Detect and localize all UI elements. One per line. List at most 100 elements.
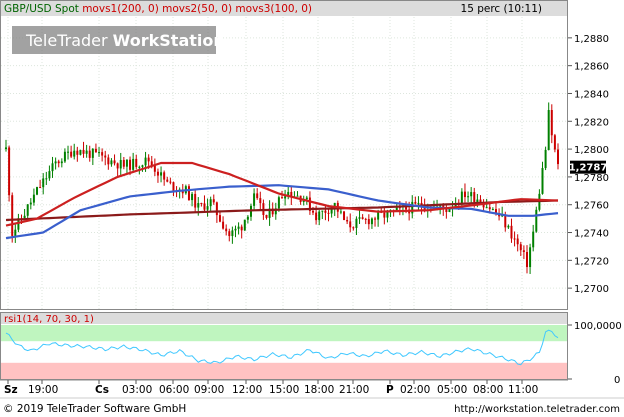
candle-body <box>491 209 494 211</box>
y-tick-label: 1,2820 <box>574 117 609 128</box>
watermark: TeleTrader WorkStation <box>12 26 225 54</box>
rsi-overbought-band <box>1 325 567 342</box>
candle-body <box>110 160 113 165</box>
candle-body <box>327 212 330 214</box>
candle-body <box>26 204 29 216</box>
candle-body <box>553 135 556 150</box>
candle-body <box>352 227 355 229</box>
candle-body <box>525 252 528 268</box>
x-tick-label: 15:00 <box>269 384 299 396</box>
candle-body <box>82 149 85 154</box>
x-tick-label: 08:00 <box>473 384 503 396</box>
watermark-brand: TeleTrader WorkStation <box>25 31 225 50</box>
candle-body <box>94 148 97 153</box>
candle-body <box>125 159 128 167</box>
candle-body <box>39 187 42 189</box>
candle-body <box>101 152 104 156</box>
candle-body <box>116 163 119 169</box>
candle-body <box>339 211 342 213</box>
candle-body <box>460 191 463 204</box>
candle-body <box>45 178 48 180</box>
x-tick-label: 18:00 <box>304 384 334 396</box>
candle-body <box>48 171 51 179</box>
x-tick-label: 09:00 <box>194 384 224 396</box>
candle-body <box>122 159 125 167</box>
candle-body <box>98 152 101 154</box>
candle-body <box>218 215 221 222</box>
candle-body <box>370 218 373 225</box>
candle-body <box>361 217 364 219</box>
candle-body <box>237 226 240 229</box>
candle-body <box>194 193 197 208</box>
candle-body <box>225 228 228 232</box>
candle-body <box>519 244 522 251</box>
candle-body <box>147 157 150 162</box>
candle-body <box>141 165 144 167</box>
candle-body <box>91 148 94 158</box>
candle-body <box>191 193 194 201</box>
candle-body <box>85 150 88 154</box>
candle-body <box>305 197 308 200</box>
candle-body <box>253 193 256 206</box>
x-tick-label: Cs <box>95 384 109 396</box>
y-tick-label: 1,2720 <box>574 256 609 267</box>
candle-body <box>507 225 510 228</box>
candle-body <box>107 157 110 165</box>
candle-body <box>113 160 116 164</box>
candle-body <box>284 196 287 199</box>
candle-body <box>70 151 73 157</box>
candle-body <box>169 181 172 183</box>
y-tick-label: 1,2880 <box>574 34 609 45</box>
candle-body <box>547 110 550 150</box>
x-tick-label: 11:00 <box>508 384 538 396</box>
rsi-oversold-band <box>1 362 567 379</box>
candle-body <box>557 149 559 165</box>
rsi-y-tick-label: 0 <box>614 375 620 386</box>
price-tag-value: 1,2787 <box>569 163 608 174</box>
interval-label: 15 perc (10:11) <box>461 3 542 15</box>
footer-url[interactable]: http://workstation.teletrader.com <box>454 404 620 415</box>
x-tick-label: 12:00 <box>232 384 262 396</box>
candle-body <box>119 159 122 169</box>
candle-body <box>5 147 7 150</box>
candle-body <box>29 202 32 205</box>
candle-body <box>541 168 544 194</box>
candle-body <box>367 219 370 225</box>
x-tick-label: 19:00 <box>28 384 58 396</box>
candle-body <box>417 202 420 204</box>
candle-body <box>206 206 209 210</box>
candle-body <box>265 214 268 218</box>
candle-body <box>215 202 218 216</box>
candle-body <box>73 150 76 157</box>
candle-body <box>318 211 321 221</box>
y-tick-label: 1,2800 <box>574 145 609 156</box>
candle-body <box>8 147 11 196</box>
candle-body <box>129 159 132 170</box>
candle-body <box>132 158 135 170</box>
current-price-tag: 1,2787 <box>569 160 608 174</box>
candle-body <box>246 216 249 220</box>
y-tick-label: 1,2700 <box>574 284 609 295</box>
candle-body <box>187 186 190 201</box>
candle-body <box>32 194 35 203</box>
y-tick-label: 1,2840 <box>574 89 609 100</box>
candle-body <box>516 238 519 245</box>
candle-body <box>36 187 39 195</box>
candle-body <box>349 221 352 228</box>
candle-body <box>277 197 280 209</box>
candle-body <box>259 198 262 204</box>
candle-body <box>510 225 513 239</box>
x-tick-label: Sz <box>4 384 18 396</box>
candle-body <box>63 151 66 162</box>
candle-body <box>76 150 79 155</box>
x-tick-label: 21:00 <box>339 384 369 396</box>
candle-body <box>243 219 246 231</box>
candle-body <box>470 192 473 197</box>
candle-body <box>346 220 349 222</box>
candle-body <box>321 210 324 212</box>
candle-body <box>488 207 491 210</box>
candle-body <box>197 203 200 208</box>
candle-body <box>513 238 516 240</box>
candle-body <box>42 178 45 188</box>
x-tick-label: 03:00 <box>122 384 152 396</box>
